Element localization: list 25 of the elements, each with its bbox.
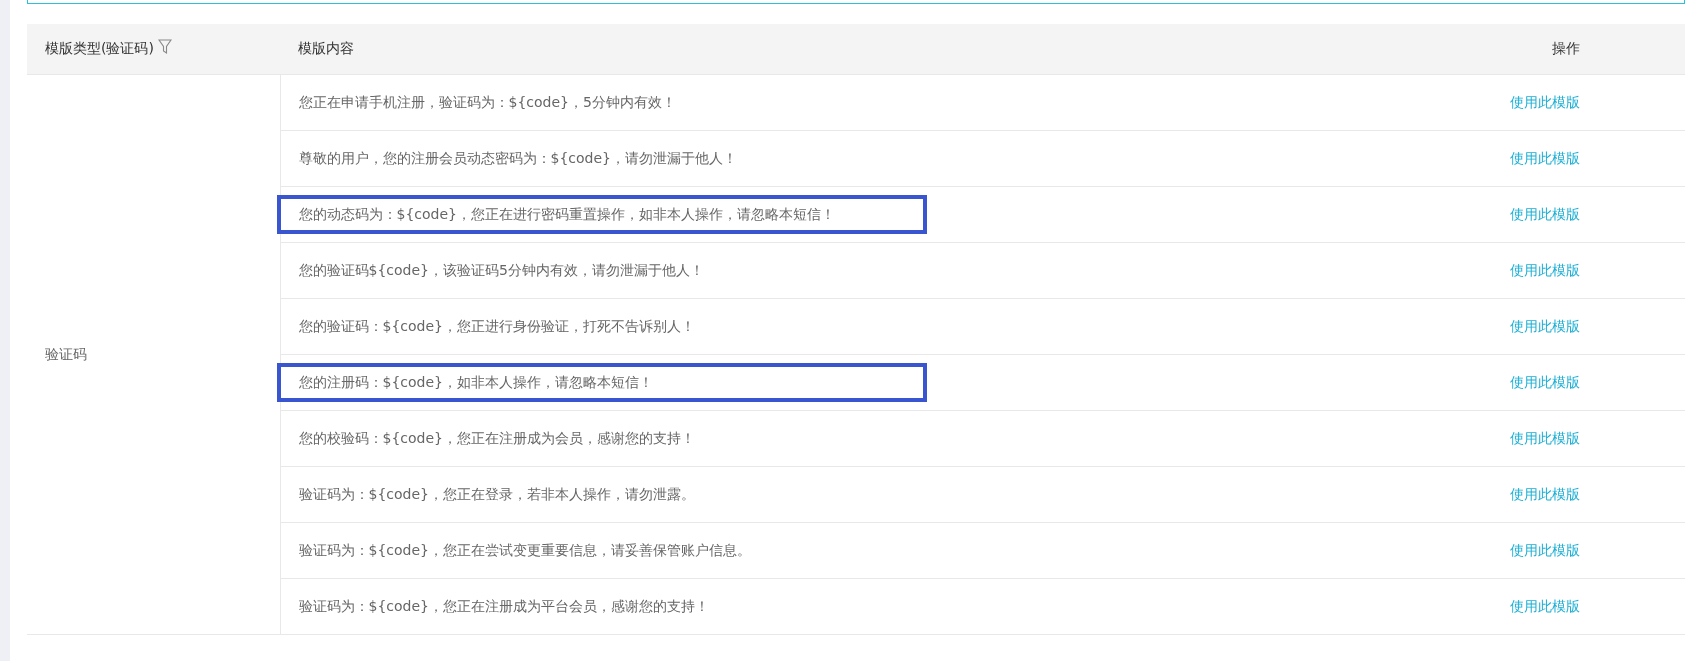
- filter-icon[interactable]: [157, 39, 172, 56]
- template-text: 验证码为：${code}，您正在注册成为平台会员，感谢您的支持！: [298, 597, 709, 614]
- template-text: 您正在申请手机注册，验证码为：${code}，5分钟内有效！: [298, 93, 676, 110]
- use-template-link[interactable]: 使用此模版: [1510, 373, 1580, 390]
- column-header: 操作: [1552, 40, 1580, 57]
- template-text: 验证码为：${code}，您正在尝试变更重要信息，请妥善保管账户信息。: [298, 541, 751, 558]
- template-text: 验证码为：${code}，您正在登录，若非本人操作，请勿泄露。: [298, 485, 695, 502]
- use-template-link[interactable]: 使用此模版: [1510, 429, 1580, 446]
- template-text: 尊敬的用户，您的注册会员动态密码为：${code}，请勿泄漏于他人！: [298, 149, 737, 166]
- use-template-link[interactable]: 使用此模版: [1510, 261, 1580, 278]
- use-template-link[interactable]: 使用此模版: [1510, 541, 1580, 558]
- template-text: 您的校验码：${code}，您正在注册成为会员，感谢您的支持！: [298, 429, 695, 446]
- column-header: 模版类型(验证码): [45, 40, 154, 57]
- use-template-link[interactable]: 使用此模版: [1510, 485, 1580, 502]
- use-template-link[interactable]: 使用此模版: [1510, 93, 1580, 110]
- use-template-link[interactable]: 使用此模版: [1510, 317, 1580, 334]
- template-text: 您的验证码${code}，该验证码5分钟内有效，请勿泄漏于他人！: [298, 261, 704, 278]
- use-template-link[interactable]: 使用此模版: [1510, 597, 1580, 614]
- use-template-link[interactable]: 使用此模版: [1510, 149, 1580, 166]
- template-text: 您的验证码：${code}，您正进行身份验证，打死不告诉别人！: [298, 317, 695, 334]
- type-cell: 验证码: [45, 345, 87, 362]
- template-text: 您的注册码：${code}，如非本人操作，请忽略本短信！: [298, 373, 653, 390]
- column-header: 模版内容: [298, 40, 354, 57]
- template-text: 您的动态码为：${code}，您正在进行密码重置操作，如非本人操作，请忽略本短信！: [298, 205, 835, 222]
- use-template-link[interactable]: 使用此模版: [1510, 205, 1580, 222]
